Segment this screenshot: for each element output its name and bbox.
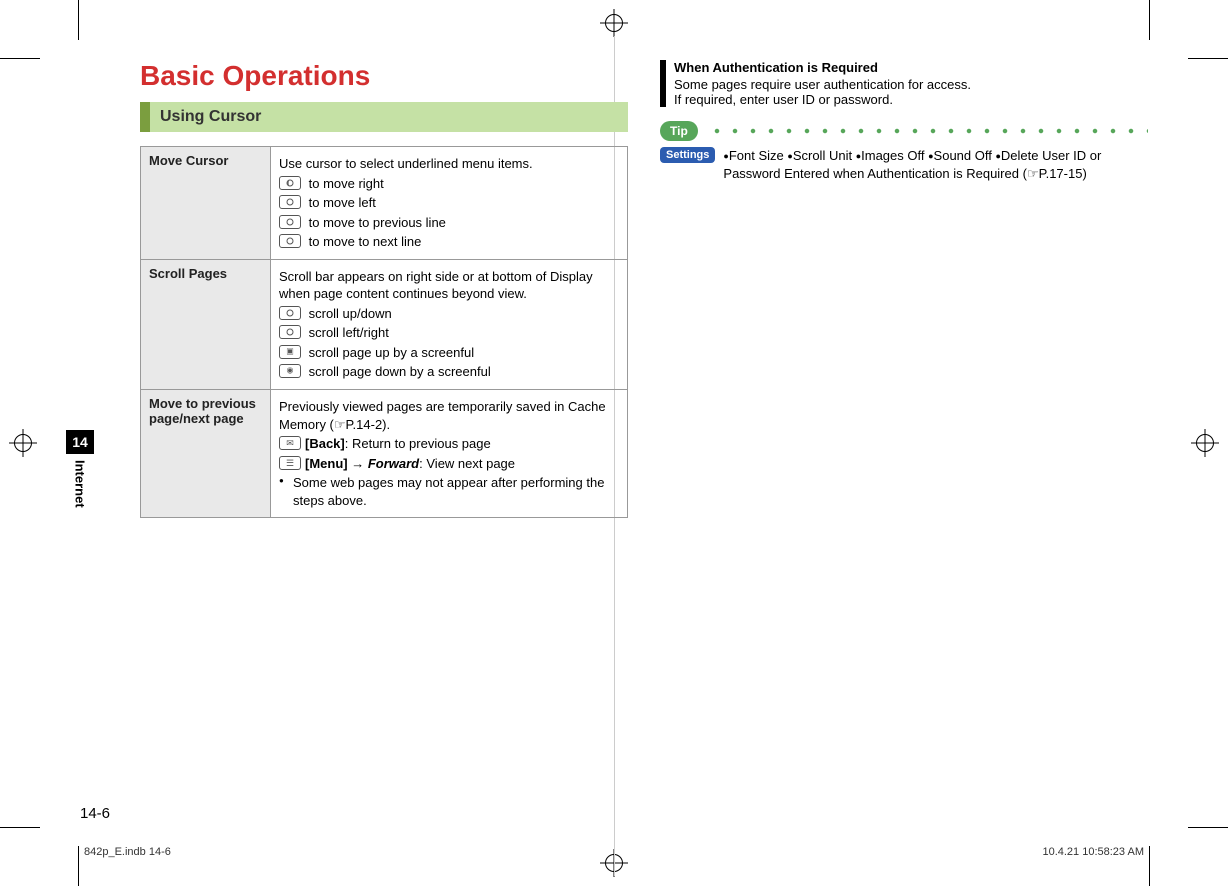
table-row: Move to previous page/next page Previous…: [141, 390, 628, 518]
section-heading: Using Cursor: [140, 102, 628, 132]
auth-title: When Authentication is Required: [674, 60, 1148, 75]
nav-down-icon: [279, 234, 301, 248]
page-down-key-icon: [279, 364, 301, 378]
page-content: 14 Internet Basic Operations Using Curso…: [80, 60, 1148, 816]
crop-mark: [0, 827, 40, 828]
crop-mark: [1188, 827, 1228, 828]
row-label: Move to previous page/next page: [141, 390, 271, 518]
page-up-key-icon: [279, 345, 301, 359]
right-column: When Authentication is Required Some pag…: [660, 60, 1148, 518]
footer-left: 842p_E.indb 14-6: [84, 846, 171, 858]
tip-row: Tip: [660, 121, 1148, 141]
crop-mark: [78, 0, 79, 40]
mail-key-icon: [279, 436, 301, 450]
table-row: Move Cursor Use cursor to select underli…: [141, 147, 628, 260]
crop-mark: [1149, 846, 1150, 886]
operations-table: Move Cursor Use cursor to select underli…: [140, 146, 628, 518]
row-label: Scroll Pages: [141, 259, 271, 389]
settings-row: Settings ●Font Size ●Scroll Unit ●Images…: [660, 147, 1148, 183]
row-intro: Scroll bar appears on right side or at b…: [279, 268, 619, 303]
row-intro: Use cursor to select underlined menu ite…: [279, 155, 619, 173]
chapter-name: Internet: [73, 454, 88, 508]
auth-line: If required, enter user ID or password.: [674, 92, 1148, 107]
auth-line: Some pages require user authentication f…: [674, 77, 1148, 92]
nav-right-icon: [279, 176, 301, 190]
crop-mark: [0, 58, 40, 59]
left-column: Basic Operations Using Cursor Move Curso…: [80, 60, 628, 518]
registration-mark-icon: [605, 14, 623, 32]
table-row: Scroll Pages Scroll bar appears on right…: [141, 259, 628, 389]
nav-horizontal-icon: [279, 325, 301, 339]
row-label: Move Cursor: [141, 147, 271, 260]
registration-mark-icon: [1196, 434, 1214, 452]
nav-up-icon: [279, 215, 301, 229]
registration-mark-icon: [14, 434, 32, 452]
page-number: 14-6: [80, 805, 110, 822]
tip-dots-icon: [708, 128, 1148, 134]
nav-vertical-icon: [279, 306, 301, 320]
auth-info-box: When Authentication is Required Some pag…: [660, 60, 1148, 107]
print-footer: 842p_E.indb 14-6 10.4.21 10:58:23 AM: [84, 846, 1144, 858]
crop-mark: [78, 846, 79, 886]
footer-right: 10.4.21 10:58:23 AM: [1042, 846, 1144, 858]
page-title: Basic Operations: [140, 60, 628, 92]
settings-text: ●Font Size ●Scroll Unit ●Images Off ●Sou…: [723, 147, 1148, 183]
nav-left-icon: [279, 195, 301, 209]
chapter-number: 14: [66, 430, 94, 454]
side-tab: 14 Internet: [66, 430, 94, 508]
row-note: Some web pages may not appear after perf…: [279, 474, 619, 509]
row-intro: Previously viewed pages are temporarily …: [279, 398, 619, 433]
tip-badge: Tip: [660, 121, 698, 141]
settings-badge: Settings: [660, 147, 715, 163]
menu-key-icon: [279, 456, 301, 470]
crop-mark: [1149, 0, 1150, 40]
crop-mark: [1188, 58, 1228, 59]
